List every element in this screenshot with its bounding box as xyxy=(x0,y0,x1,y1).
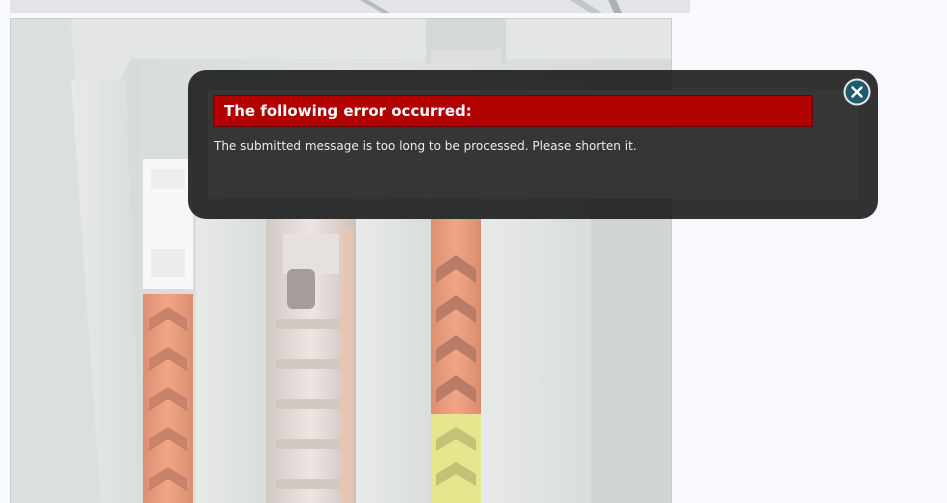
error-message: The submitted message is too long to be … xyxy=(214,139,637,153)
top-image-strip xyxy=(10,0,690,13)
error-title: The following error occurred: xyxy=(213,95,813,127)
close-button[interactable] xyxy=(843,78,871,106)
error-dialog: The following error occurred: The submit… xyxy=(188,70,878,219)
close-circle-icon xyxy=(843,78,871,106)
